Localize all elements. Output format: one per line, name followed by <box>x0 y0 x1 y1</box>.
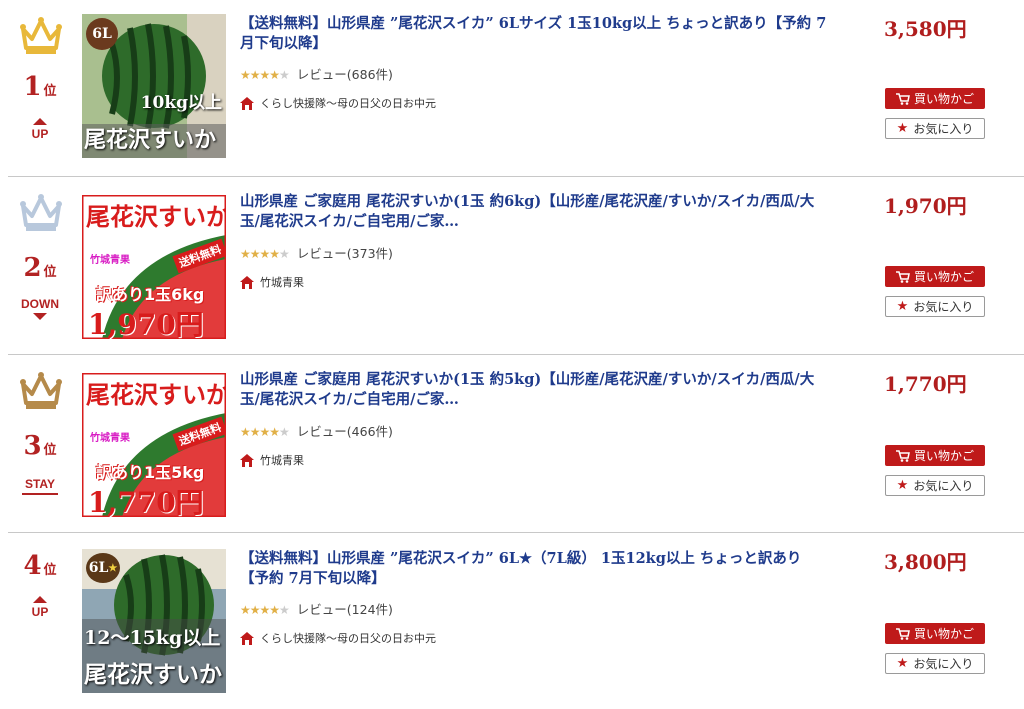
price-caption: 1,970円 <box>88 308 204 339</box>
ranking-item-3: 3位 STAY 尾花沢すいか 竹城青果 送料無料 訳あり1玉5kg 1,770円… <box>0 355 1024 532</box>
review-count-link[interactable]: レビュー(373件) <box>297 246 393 261</box>
trend-up-indicator: UP <box>0 596 80 619</box>
price: 1,770円 <box>884 372 967 396</box>
silver-crown-icon <box>20 194 62 231</box>
add-to-cart-button[interactable]: 買い物かご <box>885 266 985 287</box>
desc-caption: 訳あり1玉6kg <box>96 285 205 304</box>
product-caption: 尾花沢すいか <box>86 202 226 231</box>
product-image[interactable]: 尾花沢すいか 竹城青果 送料無料 訳あり1玉6kg 1,970円 <box>82 195 226 339</box>
cart-icon <box>895 627 910 640</box>
product-caption: 尾花沢すいか <box>86 380 226 409</box>
shop-house-icon <box>240 631 254 645</box>
price-caption: 1,770円 <box>88 486 204 517</box>
desc-caption: 訳あり1玉5kg <box>96 463 205 482</box>
shop-link[interactable]: くらし快援隊〜母の日父の日お中元 <box>240 95 436 111</box>
size-badge: 6L <box>86 18 118 50</box>
star-icon: ★ <box>896 121 909 136</box>
trend-up-indicator: UP <box>0 118 80 141</box>
rank-number: 4位 <box>23 551 57 581</box>
add-to-favorites-button[interactable]: ★ お気に入り <box>885 296 985 317</box>
add-to-favorites-button[interactable]: ★ お気に入り <box>885 653 985 674</box>
shop-caption: 竹城青果 <box>90 255 130 266</box>
cart-icon <box>895 449 910 462</box>
product-caption: 尾花沢すいか <box>84 661 222 688</box>
product-title-link[interactable]: 山形県産 ご家庭用 尾花沢すいか(1玉 約5kg)【山形産/尾花沢産/すいか/ス… <box>240 370 830 410</box>
shop-house-icon <box>240 96 254 110</box>
product-image[interactable]: 尾花沢すいか 竹城青果 送料無料 訳あり1玉5kg 1,770円 <box>82 373 226 517</box>
arrow-up-icon <box>33 596 47 603</box>
shop-link[interactable]: 竹城青果 <box>240 274 304 290</box>
shop-caption: 竹城青果 <box>90 433 130 444</box>
shop-house-icon <box>240 275 254 289</box>
add-to-cart-button[interactable]: 買い物かご <box>885 623 985 644</box>
rank-number: 2位 <box>23 253 57 283</box>
review-count-link[interactable]: レビュー(686件) <box>297 67 393 82</box>
price: 3,800円 <box>884 550 967 574</box>
ranking-list: 1位 UP 6L 10kg以上 尾花沢すいか 【送料無料】山形県産 ”尾花沢スイ… <box>0 0 1024 709</box>
rating: ★★★★★ レビュー(373件) <box>240 243 393 262</box>
add-to-cart-button[interactable]: 買い物かご <box>885 445 985 466</box>
size-badge: 6L ★ <box>86 553 120 583</box>
stay-line-icon <box>22 493 58 495</box>
arrow-up-icon <box>33 118 47 125</box>
rating: ★★★★★ レビュー(686件) <box>240 64 393 83</box>
star-rating-icon: ★★★★★ <box>240 603 290 617</box>
ranking-item-1: 1位 UP 6L 10kg以上 尾花沢すいか 【送料無料】山形県産 ”尾花沢スイ… <box>0 0 1024 177</box>
shop-link[interactable]: くらし快援隊〜母の日父の日お中元 <box>240 630 436 646</box>
badge-star-icon: ★ <box>108 562 118 574</box>
product-title-link[interactable]: 【送料無料】山形県産 ”尾花沢スイカ” 6L★（7L級） 1玉12kg以上 ちょ… <box>240 549 830 589</box>
price: 3,580円 <box>884 17 967 41</box>
star-icon: ★ <box>896 656 909 671</box>
rating: ★★★★★ レビュー(466件) <box>240 421 393 440</box>
product-image[interactable]: 6L ★ 12〜15kg以上 尾花沢すいか <box>82 549 226 693</box>
star-rating-icon: ★★★★★ <box>240 68 290 82</box>
bronze-crown-icon <box>20 372 62 409</box>
trend-stay-indicator: STAY <box>0 477 80 495</box>
rank-number: 3位 <box>23 431 57 461</box>
cart-icon <box>895 270 910 283</box>
product-image[interactable]: 6L 10kg以上 尾花沢すいか <box>82 14 226 158</box>
price: 1,970円 <box>884 194 967 218</box>
star-icon: ★ <box>896 478 909 493</box>
review-count-link[interactable]: レビュー(466件) <box>297 424 393 439</box>
rank-number: 1位 <box>23 72 57 102</box>
weight-caption: 12〜15kg以上 <box>84 627 221 649</box>
review-count-link[interactable]: レビュー(124件) <box>297 602 393 617</box>
arrow-down-icon <box>33 313 47 320</box>
gold-crown-icon <box>20 17 62 54</box>
weight-caption: 10kg以上 <box>140 93 222 113</box>
star-icon: ★ <box>896 299 909 314</box>
add-to-cart-button[interactable]: 買い物かご <box>885 88 985 109</box>
product-title-link[interactable]: 山形県産 ご家庭用 尾花沢すいか(1玉 約6kg)【山形産/尾花沢産/すいか/ス… <box>240 192 830 232</box>
rating: ★★★★★ レビュー(124件) <box>240 599 393 618</box>
product-caption: 尾花沢すいか <box>84 127 217 153</box>
star-rating-icon: ★★★★★ <box>240 247 290 261</box>
add-to-favorites-button[interactable]: ★ お気に入り <box>885 475 985 496</box>
trend-down-indicator: DOWN <box>0 297 80 320</box>
add-to-favorites-button[interactable]: ★ お気に入り <box>885 118 985 139</box>
product-title-link[interactable]: 【送料無料】山形県産 ”尾花沢スイカ” 6Lサイズ 1玉10kg以上 ちょっと訳… <box>240 14 830 54</box>
ranking-item-4: 4位 UP 6L ★ 12〜15kg以上 尾花沢すいか 【送料無料】山形県産 ”尾… <box>0 533 1024 709</box>
shop-house-icon <box>240 453 254 467</box>
shop-link[interactable]: 竹城青果 <box>240 452 304 468</box>
cart-icon <box>895 92 910 105</box>
star-rating-icon: ★★★★★ <box>240 425 290 439</box>
ranking-item-2: 2位 DOWN 尾花沢すいか 竹城青果 送料無料 訳あり1玉6kg 1,970円… <box>0 177 1024 354</box>
